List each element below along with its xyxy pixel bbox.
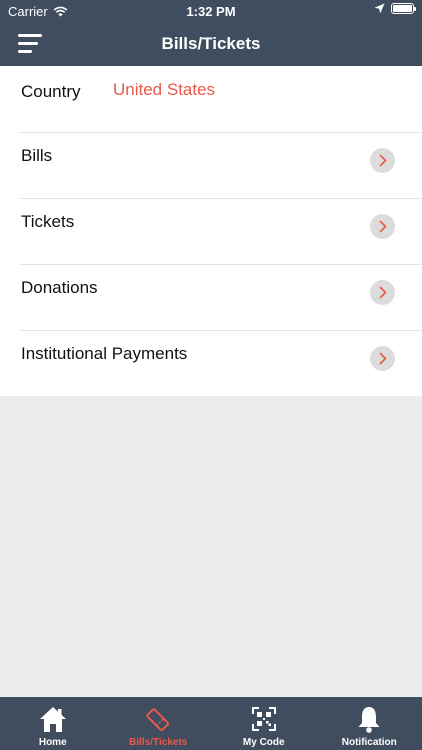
list-item-label: Institutional Payments — [21, 344, 188, 363]
list-item-institutional-payments[interactable]: Institutional Payments — [0, 330, 422, 396]
list-item-bills[interactable]: Bills — [0, 132, 422, 198]
chevron-right-icon[interactable] — [370, 346, 395, 371]
status-bar: Carrier 1:32 PM — [0, 0, 422, 22]
bell-icon — [358, 707, 380, 733]
chevron-right-icon[interactable] — [370, 214, 395, 239]
tab-label: Notification — [341, 737, 397, 748]
tab-label: Home — [38, 737, 67, 748]
tab-label: My Code — [242, 737, 285, 748]
qr-code-icon — [251, 707, 276, 731]
tab-bar: Home Bills/Tickets My Code Notification — [0, 697, 422, 750]
chevron-right-icon[interactable] — [370, 280, 395, 305]
list-item-tickets[interactable]: Tickets — [0, 198, 422, 264]
bills-tickets-list: Country United States Bills Tickets Dona… — [0, 66, 422, 396]
country-value[interactable]: United States — [113, 80, 215, 100]
ticket-icon — [146, 708, 170, 731]
list-item-donations[interactable]: Donations — [0, 264, 422, 330]
country-label: Country — [21, 82, 81, 101]
list-item-label: Donations — [21, 278, 98, 297]
battery-icon — [391, 3, 416, 14]
home-icon — [39, 707, 66, 732]
location-arrow-icon — [374, 3, 385, 14]
country-row[interactable]: Country United States — [0, 66, 422, 132]
tab-home[interactable]: Home — [0, 697, 106, 750]
tab-bills-tickets[interactable]: Bills/Tickets — [106, 697, 212, 750]
page-title: Bills/Tickets — [161, 34, 261, 53]
navigation-bar: Bills/Tickets — [0, 22, 422, 66]
list-item-label: Bills — [21, 146, 53, 165]
tab-notification[interactable]: Notification — [317, 697, 422, 750]
chevron-right-icon[interactable] — [370, 148, 395, 173]
status-indicators — [374, 3, 416, 14]
list-item-label: Tickets — [21, 212, 75, 231]
status-time: 1:32 PM — [186, 4, 236, 19]
tab-my-code[interactable]: My Code — [211, 697, 317, 750]
tab-label: Bills/Tickets — [129, 737, 188, 748]
app-header: Carrier 1:32 PM Bills/Tickets — [0, 0, 422, 66]
